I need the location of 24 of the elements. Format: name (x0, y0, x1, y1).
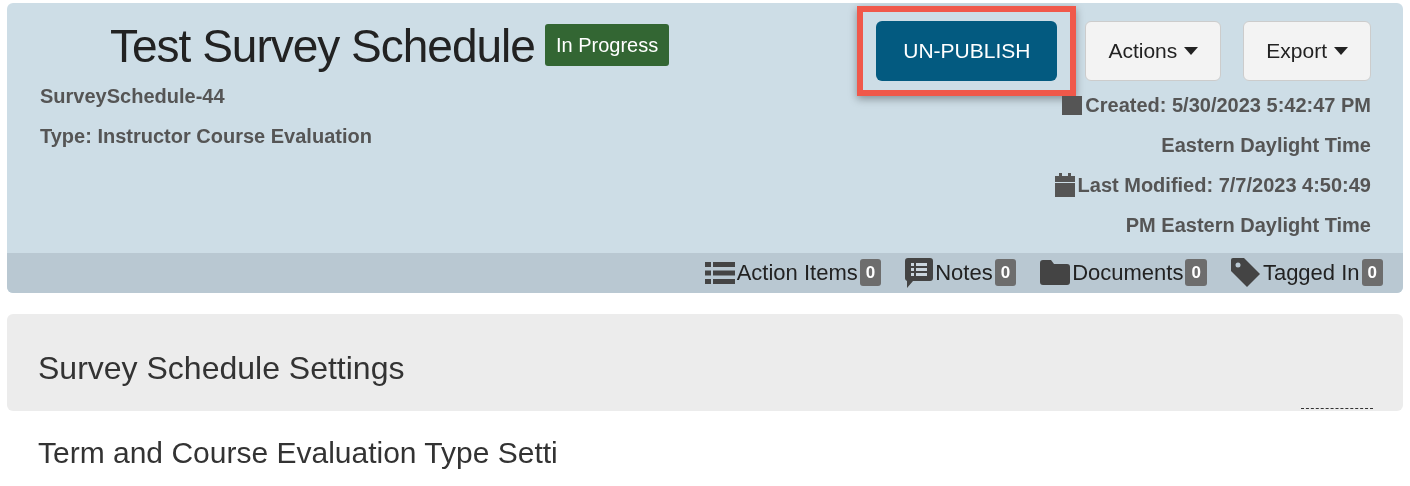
status-badge: In Progress (544, 23, 670, 66)
counter-label[interactable]: Action Items (736, 256, 858, 289)
comment-icon (905, 257, 934, 288)
count-badge: 0 (994, 258, 1017, 287)
section-heading: Term and Course Evaluation Type Setti (38, 434, 559, 471)
created-date: Created: 5/30/2023 5:42:47 PM Eastern Daylight Time (1085, 92, 1371, 158)
modified-date: Last Modified: 7/7/2023 4:50:49 PM Eastern Daylight Time (1077, 172, 1371, 238)
calendar-icon (1054, 172, 1075, 197)
folder-icon (1040, 260, 1071, 285)
dropdown-button[interactable]: Export (1243, 21, 1371, 81)
schedule-id: SurveySchedule-44 (40, 83, 226, 109)
unpublish-button[interactable]: UN-PUBLISH (876, 21, 1058, 81)
panel-title: Survey Schedule Settings (37, 348, 406, 388)
list-icon (704, 261, 735, 284)
schedule-type: Type: Instructor Course Evaluation (40, 123, 373, 149)
tag-icon (1230, 257, 1261, 288)
counter-label[interactable]: Documents (1072, 256, 1184, 289)
count-badge: 0 (1361, 258, 1383, 287)
counter-label[interactable]: Notes (935, 256, 993, 289)
dropdown-button[interactable]: Actions (1085, 21, 1222, 81)
counter-label[interactable]: Tagged In (1262, 256, 1360, 289)
count-badge: 0 (859, 258, 882, 287)
page-title: Test Survey Schedule (110, 21, 535, 72)
count-badge: 0 (1185, 258, 1207, 287)
